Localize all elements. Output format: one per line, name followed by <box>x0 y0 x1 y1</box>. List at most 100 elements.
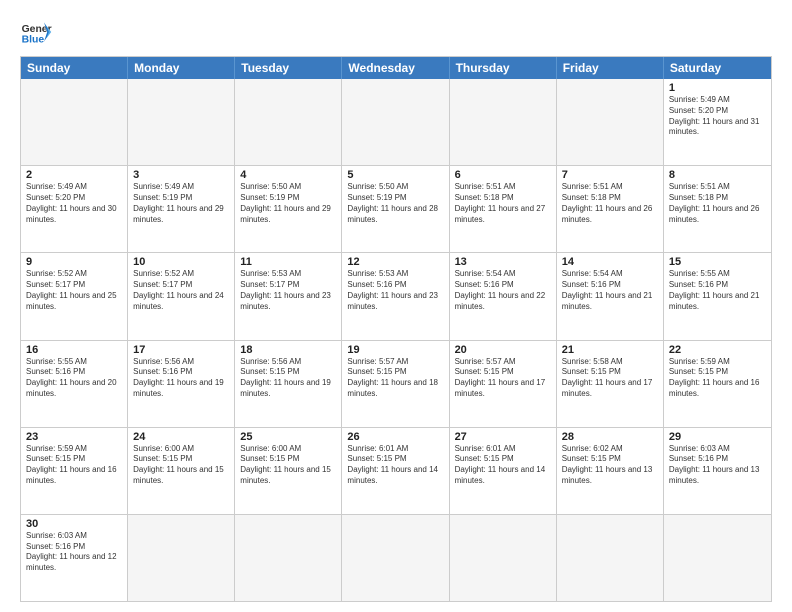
calendar-cell <box>664 515 771 601</box>
header-day-sunday: Sunday <box>21 57 128 79</box>
calendar-row-5: 30Sunrise: 6:03 AM Sunset: 5:16 PM Dayli… <box>21 515 771 601</box>
cell-info: Sunrise: 5:52 AM Sunset: 5:17 PM Dayligh… <box>26 269 122 312</box>
day-number: 16 <box>26 344 122 356</box>
logo: General Blue <box>20 16 52 48</box>
calendar-cell <box>342 79 449 165</box>
day-number: 30 <box>26 518 122 530</box>
calendar-row-0: 1Sunrise: 5:49 AM Sunset: 5:20 PM Daylig… <box>21 79 771 166</box>
header-day-thursday: Thursday <box>450 57 557 79</box>
cell-info: Sunrise: 5:50 AM Sunset: 5:19 PM Dayligh… <box>347 182 443 225</box>
day-number: 4 <box>240 169 336 181</box>
cell-info: Sunrise: 5:51 AM Sunset: 5:18 PM Dayligh… <box>455 182 551 225</box>
header-day-tuesday: Tuesday <box>235 57 342 79</box>
cell-info: Sunrise: 5:57 AM Sunset: 5:15 PM Dayligh… <box>347 357 443 400</box>
calendar-cell: 5Sunrise: 5:50 AM Sunset: 5:19 PM Daylig… <box>342 166 449 252</box>
cell-info: Sunrise: 5:50 AM Sunset: 5:19 PM Dayligh… <box>240 182 336 225</box>
day-number: 7 <box>562 169 658 181</box>
page: General Blue SundayMondayTuesdayWednesda… <box>0 0 792 612</box>
cell-info: Sunrise: 5:56 AM Sunset: 5:15 PM Dayligh… <box>240 357 336 400</box>
calendar-cell: 3Sunrise: 5:49 AM Sunset: 5:19 PM Daylig… <box>128 166 235 252</box>
header: General Blue <box>20 16 772 48</box>
calendar-cell: 6Sunrise: 5:51 AM Sunset: 5:18 PM Daylig… <box>450 166 557 252</box>
calendar-cell: 10Sunrise: 5:52 AM Sunset: 5:17 PM Dayli… <box>128 253 235 339</box>
logo-icon: General Blue <box>20 16 52 48</box>
calendar-cell: 1Sunrise: 5:49 AM Sunset: 5:20 PM Daylig… <box>664 79 771 165</box>
calendar-row-3: 16Sunrise: 5:55 AM Sunset: 5:16 PM Dayli… <box>21 341 771 428</box>
day-number: 29 <box>669 431 766 443</box>
cell-info: Sunrise: 6:01 AM Sunset: 5:15 PM Dayligh… <box>455 444 551 487</box>
cell-info: Sunrise: 5:57 AM Sunset: 5:15 PM Dayligh… <box>455 357 551 400</box>
day-number: 19 <box>347 344 443 356</box>
day-number: 27 <box>455 431 551 443</box>
calendar-cell: 27Sunrise: 6:01 AM Sunset: 5:15 PM Dayli… <box>450 428 557 514</box>
header-day-friday: Friday <box>557 57 664 79</box>
cell-info: Sunrise: 5:55 AM Sunset: 5:16 PM Dayligh… <box>26 357 122 400</box>
calendar-cell <box>128 515 235 601</box>
cell-info: Sunrise: 5:53 AM Sunset: 5:17 PM Dayligh… <box>240 269 336 312</box>
day-number: 14 <box>562 256 658 268</box>
calendar-cell: 30Sunrise: 6:03 AM Sunset: 5:16 PM Dayli… <box>21 515 128 601</box>
calendar-cell: 28Sunrise: 6:02 AM Sunset: 5:15 PM Dayli… <box>557 428 664 514</box>
calendar-cell <box>235 515 342 601</box>
header-day-saturday: Saturday <box>664 57 771 79</box>
calendar-cell: 22Sunrise: 5:59 AM Sunset: 5:15 PM Dayli… <box>664 341 771 427</box>
cell-info: Sunrise: 6:02 AM Sunset: 5:15 PM Dayligh… <box>562 444 658 487</box>
calendar-cell: 15Sunrise: 5:55 AM Sunset: 5:16 PM Dayli… <box>664 253 771 339</box>
day-number: 3 <box>133 169 229 181</box>
calendar-row-1: 2Sunrise: 5:49 AM Sunset: 5:20 PM Daylig… <box>21 166 771 253</box>
cell-info: Sunrise: 5:53 AM Sunset: 5:16 PM Dayligh… <box>347 269 443 312</box>
calendar-cell <box>235 79 342 165</box>
calendar-cell: 9Sunrise: 5:52 AM Sunset: 5:17 PM Daylig… <box>21 253 128 339</box>
calendar-cell: 18Sunrise: 5:56 AM Sunset: 5:15 PM Dayli… <box>235 341 342 427</box>
calendar-cell: 4Sunrise: 5:50 AM Sunset: 5:19 PM Daylig… <box>235 166 342 252</box>
cell-info: Sunrise: 5:52 AM Sunset: 5:17 PM Dayligh… <box>133 269 229 312</box>
day-number: 6 <box>455 169 551 181</box>
day-number: 15 <box>669 256 766 268</box>
header-day-monday: Monday <box>128 57 235 79</box>
calendar-cell <box>21 79 128 165</box>
cell-info: Sunrise: 6:03 AM Sunset: 5:16 PM Dayligh… <box>26 531 122 574</box>
calendar-cell: 7Sunrise: 5:51 AM Sunset: 5:18 PM Daylig… <box>557 166 664 252</box>
day-number: 1 <box>669 82 766 94</box>
day-number: 25 <box>240 431 336 443</box>
calendar-cell: 19Sunrise: 5:57 AM Sunset: 5:15 PM Dayli… <box>342 341 449 427</box>
calendar-cell <box>557 79 664 165</box>
cell-info: Sunrise: 5:54 AM Sunset: 5:16 PM Dayligh… <box>562 269 658 312</box>
day-number: 23 <box>26 431 122 443</box>
calendar-row-2: 9Sunrise: 5:52 AM Sunset: 5:17 PM Daylig… <box>21 253 771 340</box>
cell-info: Sunrise: 5:49 AM Sunset: 5:19 PM Dayligh… <box>133 182 229 225</box>
day-number: 24 <box>133 431 229 443</box>
day-number: 12 <box>347 256 443 268</box>
day-number: 9 <box>26 256 122 268</box>
cell-info: Sunrise: 6:03 AM Sunset: 5:16 PM Dayligh… <box>669 444 766 487</box>
day-number: 11 <box>240 256 336 268</box>
calendar-cell <box>557 515 664 601</box>
day-number: 28 <box>562 431 658 443</box>
calendar-cell: 23Sunrise: 5:59 AM Sunset: 5:15 PM Dayli… <box>21 428 128 514</box>
calendar-cell: 8Sunrise: 5:51 AM Sunset: 5:18 PM Daylig… <box>664 166 771 252</box>
cell-info: Sunrise: 5:49 AM Sunset: 5:20 PM Dayligh… <box>26 182 122 225</box>
calendar-cell <box>450 515 557 601</box>
day-number: 18 <box>240 344 336 356</box>
svg-text:Blue: Blue <box>22 34 45 45</box>
cell-info: Sunrise: 5:51 AM Sunset: 5:18 PM Dayligh… <box>562 182 658 225</box>
calendar-cell: 26Sunrise: 6:01 AM Sunset: 5:15 PM Dayli… <box>342 428 449 514</box>
calendar-cell <box>128 79 235 165</box>
day-number: 26 <box>347 431 443 443</box>
calendar-cell: 20Sunrise: 5:57 AM Sunset: 5:15 PM Dayli… <box>450 341 557 427</box>
calendar-cell: 11Sunrise: 5:53 AM Sunset: 5:17 PM Dayli… <box>235 253 342 339</box>
cell-info: Sunrise: 5:56 AM Sunset: 5:16 PM Dayligh… <box>133 357 229 400</box>
calendar-cell: 2Sunrise: 5:49 AM Sunset: 5:20 PM Daylig… <box>21 166 128 252</box>
day-number: 22 <box>669 344 766 356</box>
cell-info: Sunrise: 5:55 AM Sunset: 5:16 PM Dayligh… <box>669 269 766 312</box>
day-number: 17 <box>133 344 229 356</box>
cell-info: Sunrise: 5:49 AM Sunset: 5:20 PM Dayligh… <box>669 95 766 138</box>
cell-info: Sunrise: 5:54 AM Sunset: 5:16 PM Dayligh… <box>455 269 551 312</box>
calendar-body: 1Sunrise: 5:49 AM Sunset: 5:20 PM Daylig… <box>21 79 771 601</box>
header-day-wednesday: Wednesday <box>342 57 449 79</box>
calendar-cell: 17Sunrise: 5:56 AM Sunset: 5:16 PM Dayli… <box>128 341 235 427</box>
calendar-header: SundayMondayTuesdayWednesdayThursdayFrid… <box>21 57 771 79</box>
calendar-cell: 13Sunrise: 5:54 AM Sunset: 5:16 PM Dayli… <box>450 253 557 339</box>
cell-info: Sunrise: 6:00 AM Sunset: 5:15 PM Dayligh… <box>133 444 229 487</box>
calendar-cell <box>450 79 557 165</box>
